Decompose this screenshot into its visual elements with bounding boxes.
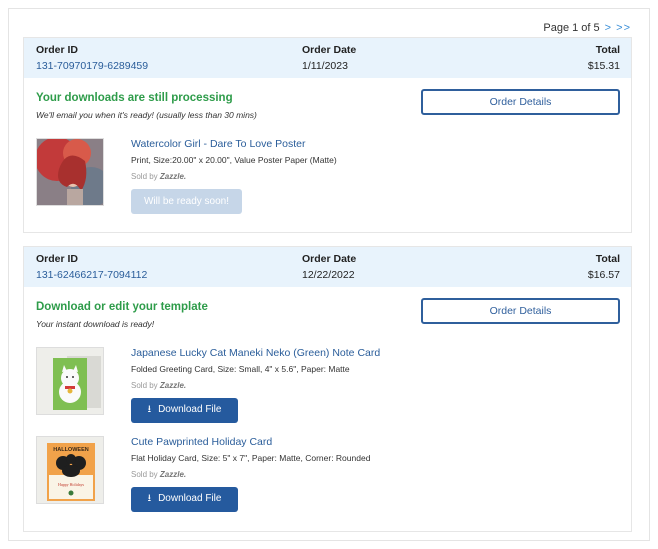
download-button-label: Download File <box>158 404 222 415</box>
product-description: Print, Size:20.00" x 20.00", Value Poste… <box>131 155 337 165</box>
sold-by-text: Sold by Zazzle. <box>131 381 186 390</box>
next-page-links[interactable]: > >> <box>605 22 631 34</box>
order-header: Order ID 131-62466217-7094112 Order Date… <box>24 247 631 287</box>
download-file-button[interactable]: ⭳ Download File <box>131 487 238 512</box>
order-id-link[interactable]: 131-70970179-6289459 <box>36 60 148 72</box>
order-date-value: 12/22/2022 <box>302 269 355 281</box>
product-thumbnail[interactable] <box>36 347 104 415</box>
pagination: Page 1 of 5 > >> <box>543 22 631 34</box>
product-thumbnail[interactable]: HALLOWEEN Happy Holidays <box>36 436 104 504</box>
page-indicator: Page 1 of 5 <box>543 22 600 34</box>
sold-by-text: Sold by Zazzle. <box>131 172 186 181</box>
order-details-button[interactable]: Order Details <box>421 89 620 115</box>
product-title-link[interactable]: Cute Pawprinted Holiday Card <box>131 436 272 448</box>
product-description: Folded Greeting Card, Size: Small, 4" x … <box>131 364 350 374</box>
order-id-link[interactable]: 131-62466217-7094112 <box>36 269 147 281</box>
sold-by-prefix: Sold by <box>131 381 158 390</box>
card-text-greeting: Happy Holidays <box>58 482 85 487</box>
order-status-subtitle: We'll email you when it's ready! (usuall… <box>36 110 257 120</box>
order-total-value: $16.57 <box>587 269 620 281</box>
order-total-label: Total <box>595 253 620 265</box>
download-button-label: Download File <box>158 493 222 504</box>
order-id-label: Order ID <box>36 44 79 56</box>
sold-by-text: Sold by Zazzle. <box>131 470 186 479</box>
order-total-value: $15.31 <box>587 60 620 72</box>
seller-brand: Zazzle. <box>159 381 187 390</box>
order-header: Order ID 131-70970179-6289459 Order Date… <box>24 38 631 78</box>
sold-by-prefix: Sold by <box>131 172 158 181</box>
seller-brand: Zazzle. <box>159 470 187 479</box>
order-details-button[interactable]: Order Details <box>421 298 620 324</box>
product-thumbnail[interactable] <box>36 138 104 206</box>
order-date-value: 1/11/2023 <box>302 60 348 72</box>
order-card: Order ID 131-70970179-6289459 Order Date… <box>23 37 632 233</box>
order-date-label: Order Date <box>302 44 357 56</box>
order-status-subtitle: Your instant download is ready! <box>36 319 155 329</box>
order-total-label: Total <box>595 44 620 56</box>
seller-brand: Zazzle. <box>159 172 187 181</box>
download-icon: ⭳ <box>147 404 152 415</box>
order-status-title: Download or edit your template <box>36 301 208 313</box>
download-icon: ⭳ <box>147 493 152 504</box>
sold-by-prefix: Sold by <box>131 470 158 479</box>
pending-download-button: Will be ready soon! <box>131 189 242 214</box>
product-description: Flat Holiday Card, Size: 5" x 7", Paper:… <box>131 453 371 463</box>
download-file-button[interactable]: ⭳ Download File <box>131 398 238 423</box>
order-date-label: Order Date <box>302 253 357 265</box>
order-card: Order ID 131-62466217-7094112 Order Date… <box>23 246 632 532</box>
card-text-halloween: HALLOWEEN <box>53 447 88 453</box>
product-title-link[interactable]: Japanese Lucky Cat Maneki Neko (Green) N… <box>131 347 380 359</box>
order-status-title: Your downloads are still processing <box>36 92 233 104</box>
product-title-link[interactable]: Watercolor Girl - Dare To Love Poster <box>131 138 305 150</box>
order-id-label: Order ID <box>36 253 79 265</box>
